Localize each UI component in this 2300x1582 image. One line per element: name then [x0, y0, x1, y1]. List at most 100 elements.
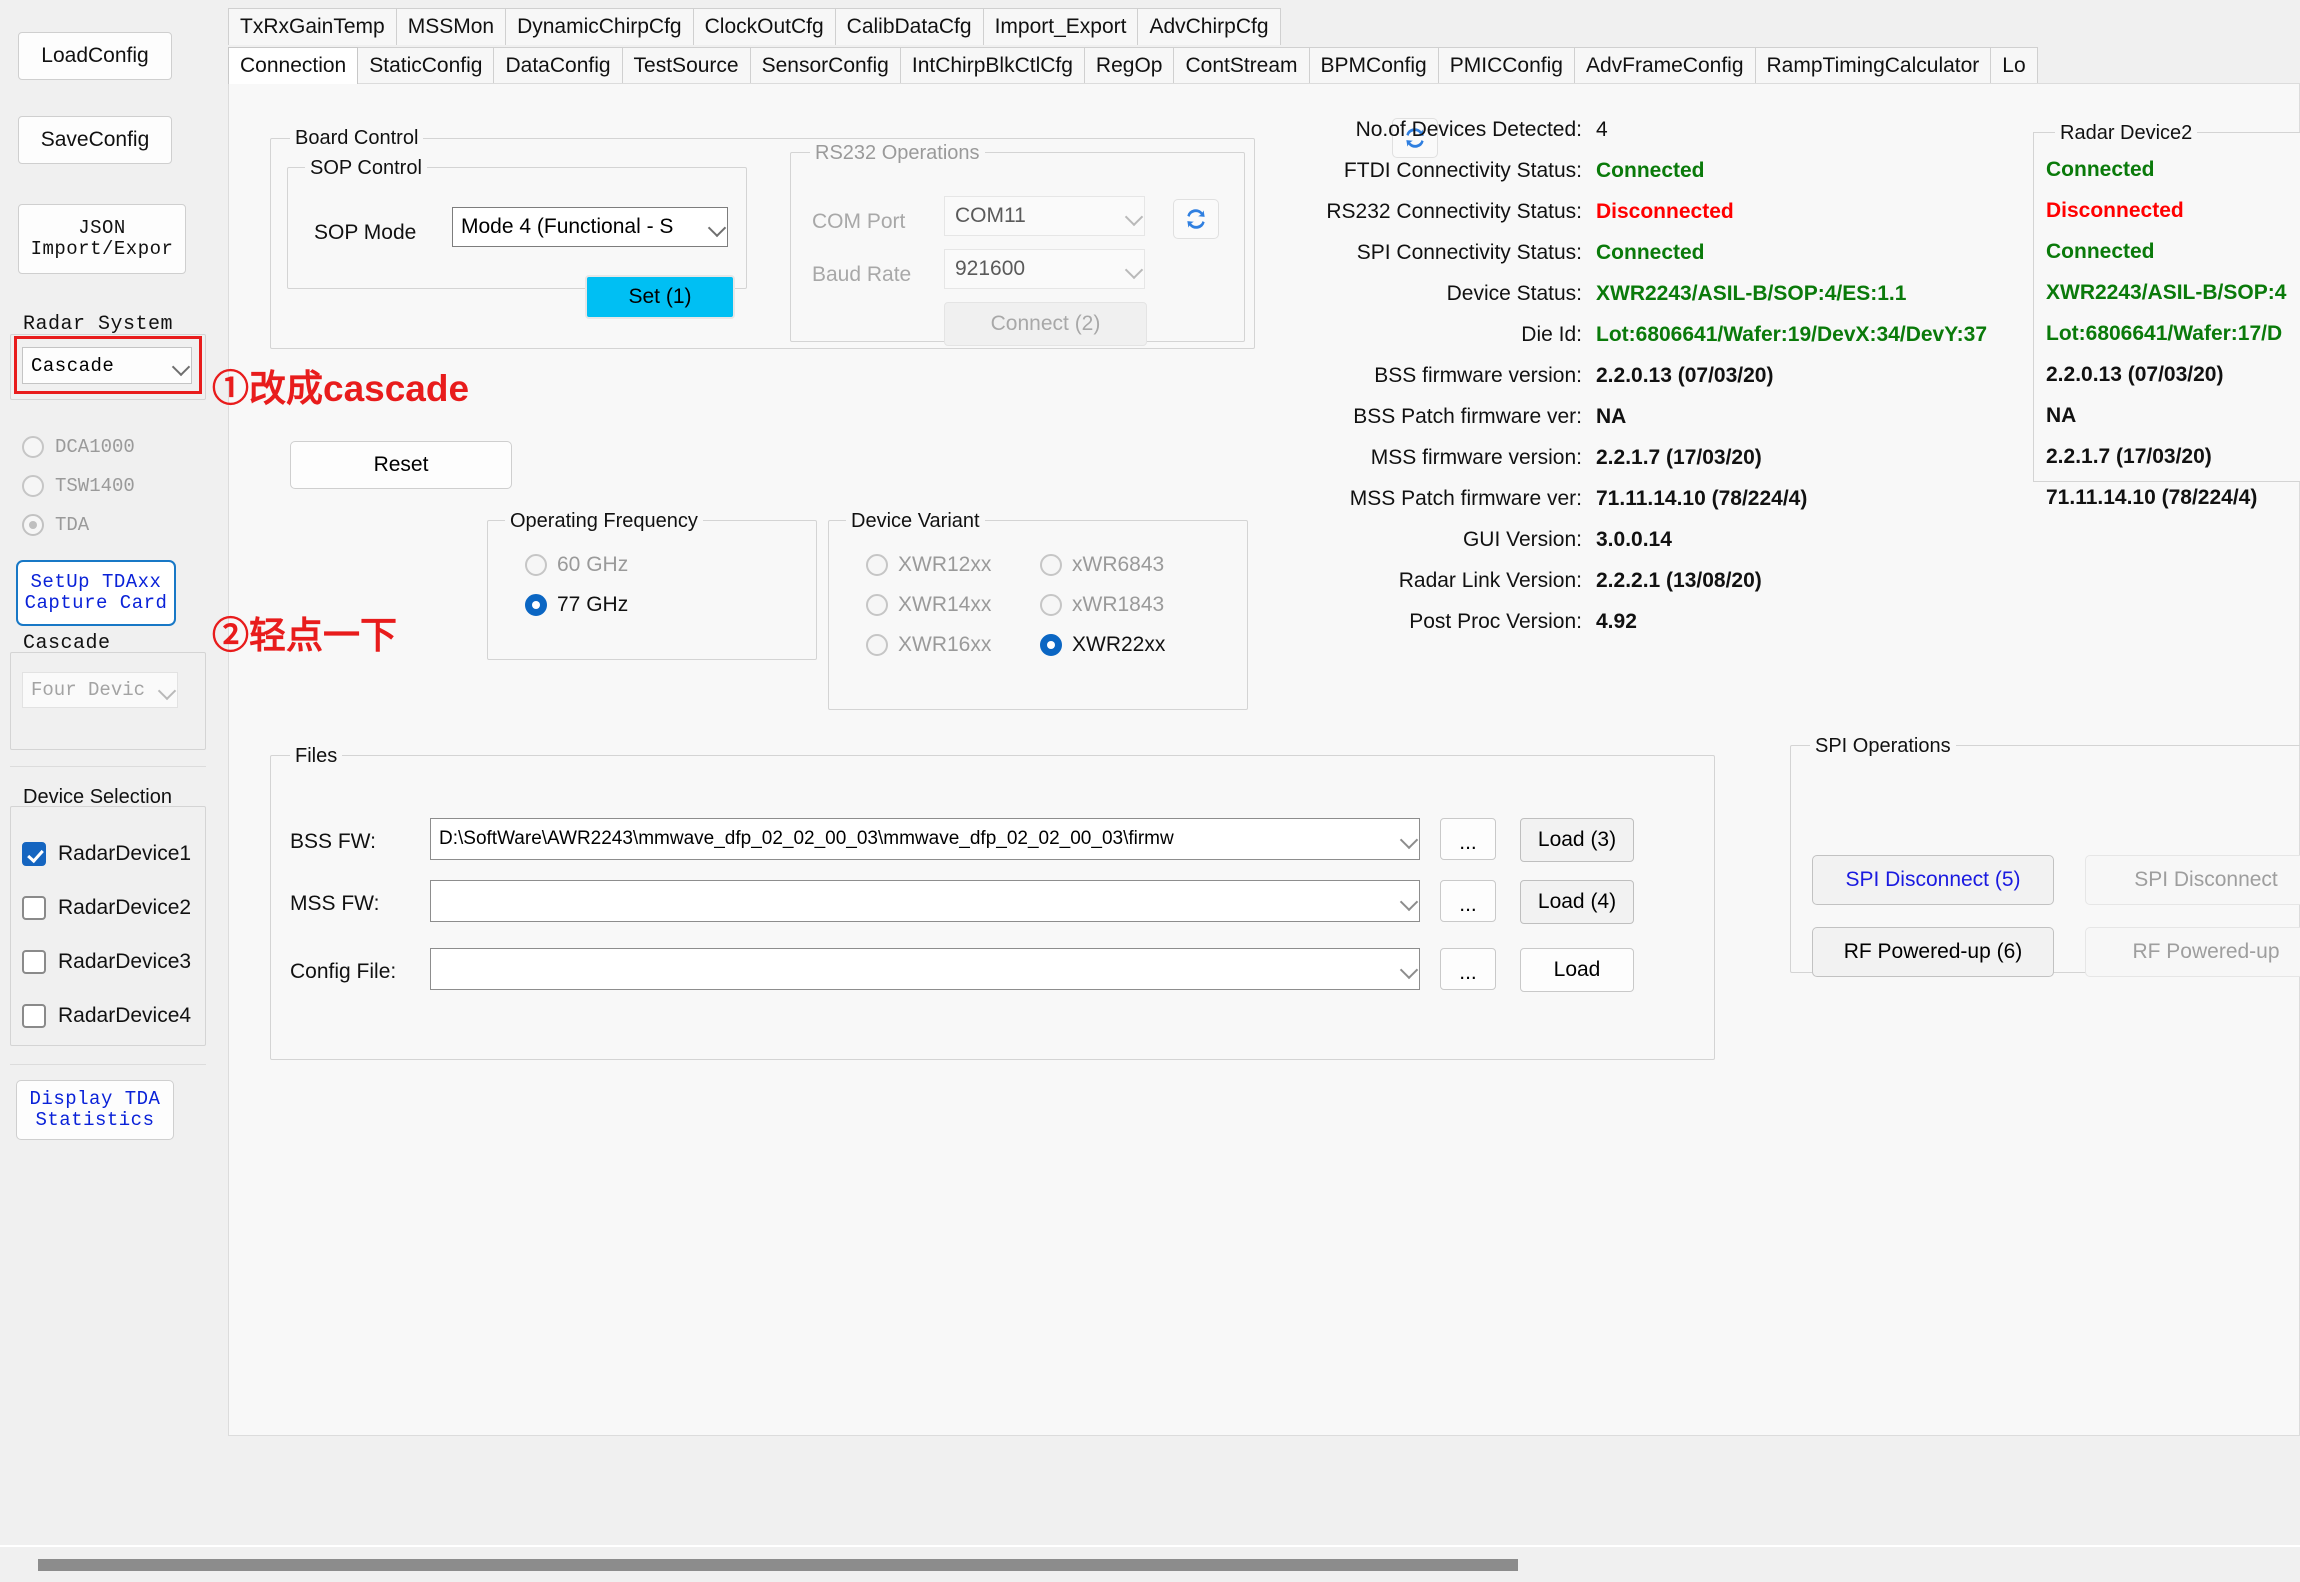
tab-mssmon[interactable]: MSSMon — [395, 8, 507, 45]
com-port-select[interactable]: COM11 — [944, 196, 1145, 236]
capture-radio-dca1000[interactable]: DCA1000 — [22, 436, 135, 458]
radio-selected-icon — [1040, 634, 1062, 656]
tab-advframeconfig[interactable]: AdvFrameConfig — [1573, 47, 1756, 84]
rf-powered-up-button-dev2[interactable]: RF Powered-up — [2085, 927, 2300, 977]
radar-device2-label: Radar Device2 — [2055, 122, 2198, 145]
radar-device2-row: Lot:6806641/Wafer:17/D — [2046, 322, 2283, 345]
baud-rate-label: Baud Rate — [812, 263, 912, 286]
bss-fw-browse-button[interactable]: ... — [1440, 818, 1496, 860]
frequency-radio-label: 77 GHz — [557, 593, 629, 616]
radar-system-select[interactable]: Cascade — [22, 347, 192, 384]
status-row: GUI Version: 3.0.0.14 — [1272, 528, 2072, 569]
cascade-select[interactable]: Four Devic — [22, 672, 178, 708]
tab-pmicconfig[interactable]: PMICConfig — [1437, 47, 1575, 84]
status-value: 4 — [1596, 118, 1608, 141]
radio-icon — [22, 436, 44, 458]
load-config-button[interactable]: LoadConfig — [18, 32, 172, 80]
json-import-export-button[interactable]: JSON Import/Expor — [18, 204, 186, 274]
com-port-label: COM Port — [812, 210, 906, 233]
tab-import-export[interactable]: Import_Export — [982, 8, 1139, 45]
capture-radio-tda[interactable]: TDA — [22, 514, 89, 536]
rf-powered-up-button-dev1[interactable]: RF Powered-up (6) — [1812, 927, 2054, 977]
device-status-list: No.of Devices Detected: 4 FTDI Connectivi… — [1272, 118, 2072, 651]
tab-dataconfig[interactable]: DataConfig — [493, 47, 623, 84]
tab-connection[interactable]: Connection — [228, 47, 359, 84]
tab-advchirpcfg[interactable]: AdvChirpCfg — [1137, 8, 1281, 45]
config-file-input[interactable] — [430, 948, 1420, 990]
setup-tdaxx-capture-card-button[interactable]: SetUp TDAxx Capture Card — [16, 560, 176, 626]
tab-calibdatacfg[interactable]: CalibDataCfg — [834, 8, 984, 45]
set-button[interactable]: Set (1) — [585, 275, 735, 319]
connect-button[interactable]: Connect (2) — [944, 302, 1147, 346]
tab-clockoutcfg[interactable]: ClockOutCfg — [692, 8, 836, 45]
radar-device2-row: Connected — [2046, 158, 2155, 181]
tab-strip: TxRxGainTemp MSSMon DynamicChirpCfg Cloc… — [228, 0, 2300, 84]
spi-disconnect-button-dev2[interactable]: SPI Disconnect — [2085, 855, 2300, 905]
frequency-radio-60ghz[interactable]: 60 GHz — [525, 553, 628, 577]
cascade-value: Four Devic — [31, 679, 146, 701]
radio-icon — [525, 554, 547, 576]
capture-radio-tsw1400[interactable]: TSW1400 — [22, 475, 135, 497]
tab-ramptimingcalculator[interactable]: RampTimingCalculator — [1754, 47, 1992, 84]
reset-button[interactable]: Reset — [290, 441, 512, 489]
mss-fw-browse-button[interactable]: ... — [1440, 880, 1496, 922]
status-row: BSS firmware version: 2.2.0.13 (07/03/20) — [1272, 364, 2072, 405]
com-port-refresh-button[interactable] — [1173, 199, 1219, 239]
sop-control-label: SOP Control — [305, 157, 427, 180]
status-key: No.of Devices Detected: — [1355, 118, 1582, 141]
mss-fw-label: MSS FW: — [290, 892, 380, 915]
tab-lo[interactable]: Lo — [1990, 47, 2038, 84]
radio-icon — [866, 554, 888, 576]
tab-bpmconfig[interactable]: BPMConfig — [1308, 47, 1439, 84]
device-checkbox-label: RadarDevice3 — [58, 950, 192, 973]
save-config-button[interactable]: SaveConfig — [18, 116, 172, 164]
config-file-load-button[interactable]: Load — [1520, 948, 1634, 992]
sop-mode-select[interactable]: Mode 4 (Functional - S — [452, 207, 728, 247]
status-key: Post Proc Version: — [1409, 610, 1582, 633]
variant-radio-xwr6843[interactable]: xWR6843 — [1040, 553, 1164, 577]
tab-dynamicchirpcfg[interactable]: DynamicChirpCfg — [505, 8, 694, 45]
device-checkbox-radardevice4[interactable]: RadarDevice4 — [22, 1004, 191, 1028]
display-tda-statistics-button[interactable]: Display TDA Statistics — [16, 1080, 174, 1140]
spi-disconnect-button-dev1[interactable]: SPI Disconnect (5) — [1812, 855, 2054, 905]
tab-regop[interactable]: RegOp — [1083, 47, 1175, 84]
chevron-down-icon — [1399, 892, 1419, 912]
tab-sensorconfig[interactable]: SensorConfig — [749, 47, 901, 84]
tab-staticconfig[interactable]: StaticConfig — [357, 47, 495, 84]
variant-radio-xwr1843[interactable]: xWR1843 — [1040, 593, 1164, 617]
radio-icon — [866, 594, 888, 616]
scrollbar-thumb[interactable] — [38, 1559, 1518, 1571]
status-key: MSS firmware version: — [1370, 446, 1582, 469]
operating-frequency-group — [487, 520, 817, 660]
tab-contstream[interactable]: ContStream — [1173, 47, 1310, 84]
status-key: Die Id: — [1521, 323, 1582, 346]
horizontal-scrollbar[interactable] — [0, 1545, 2300, 1582]
chevron-down-icon — [1399, 960, 1419, 980]
status-value: 2.2.2.1 (13/08/20) — [1596, 569, 1762, 592]
variant-radio-xwr16xx[interactable]: XWR16xx — [866, 633, 991, 657]
tab-testsource[interactable]: TestSource — [621, 47, 751, 84]
device-checkbox-radardevice2[interactable]: RadarDevice2 — [22, 896, 191, 920]
device-checkbox-radardevice3[interactable]: RadarDevice3 — [22, 950, 191, 974]
mss-fw-load-button[interactable]: Load (4) — [1520, 880, 1634, 924]
tab-intchirpblkctlcfg[interactable]: IntChirpBlkCtlCfg — [899, 47, 1085, 84]
radio-icon — [1040, 594, 1062, 616]
status-row: SPI Connectivity Status: Connected — [1272, 241, 2072, 282]
variant-radio-label: XWR16xx — [898, 633, 992, 656]
capture-radio-label: DCA1000 — [55, 436, 135, 458]
radio-selected-icon — [22, 514, 44, 536]
variant-radio-xwr14xx[interactable]: XWR14xx — [866, 593, 991, 617]
chevron-down-icon — [157, 681, 177, 701]
mss-fw-input[interactable] — [430, 880, 1420, 922]
status-key: BSS Patch firmware ver: — [1353, 405, 1582, 428]
device-checkbox-radardevice1[interactable]: RadarDevice1 — [22, 842, 191, 866]
frequency-radio-77ghz[interactable]: 77 GHz — [525, 593, 628, 617]
baud-rate-select[interactable]: 921600 — [944, 249, 1145, 289]
bss-fw-load-button[interactable]: Load (3) — [1520, 818, 1634, 862]
variant-radio-xwr12xx[interactable]: XWR12xx — [866, 553, 991, 577]
variant-radio-xwr22xx[interactable]: XWR22xx — [1040, 633, 1165, 657]
bss-fw-input[interactable]: D:\SoftWare\AWR2243\mmwave_dfp_02_02_00_… — [430, 818, 1420, 860]
tab-txrxgaintemp[interactable]: TxRxGainTemp — [228, 8, 397, 45]
config-file-browse-button[interactable]: ... — [1440, 948, 1496, 990]
status-value: 4.92 — [1596, 610, 1637, 633]
